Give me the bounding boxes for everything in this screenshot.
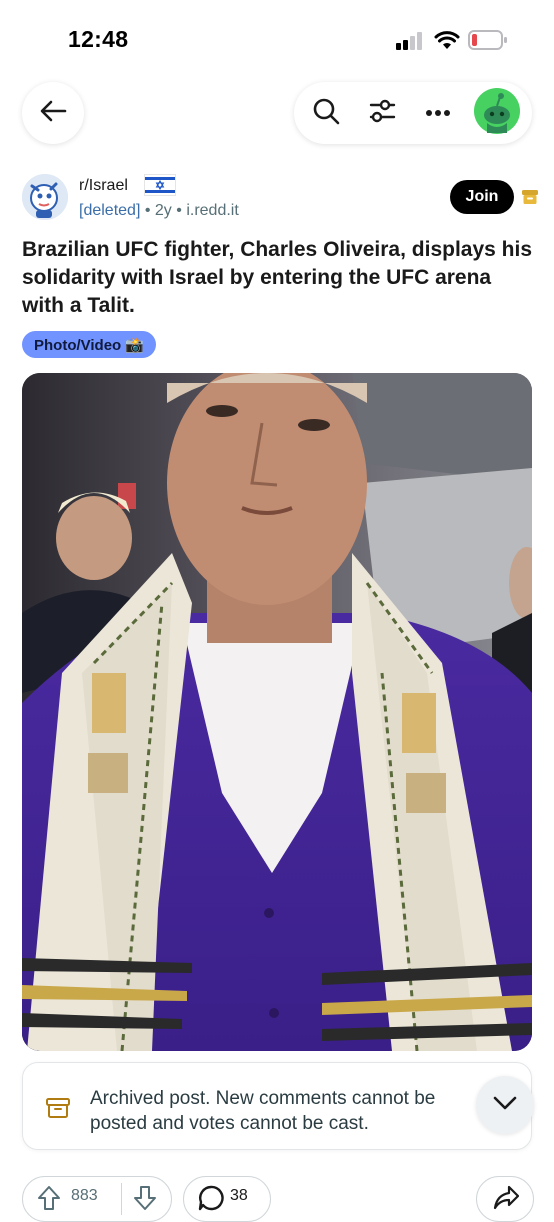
vote-count: 883 xyxy=(71,1187,98,1204)
wifi-icon xyxy=(434,30,460,55)
archive-icon xyxy=(45,1095,71,1126)
battery-low-icon xyxy=(468,30,508,55)
subreddit-avatar[interactable] xyxy=(22,174,68,220)
downvote-icon[interactable] xyxy=(133,1185,157,1216)
post-meta: [deleted] • 2y • i.redd.it xyxy=(79,202,239,220)
vote-divider xyxy=(121,1183,122,1215)
post-age: 2y xyxy=(154,202,172,219)
comment-icon xyxy=(198,1185,224,1216)
archived-notice-line-2: posted and votes cannot be cast. xyxy=(90,1113,369,1134)
archived-notice-line-1: Archived post. New comments cannot be xyxy=(90,1088,436,1109)
israel-flag-icon xyxy=(144,174,176,196)
post-author[interactable]: [deleted] xyxy=(79,202,140,219)
chevron-down-icon xyxy=(493,1096,517,1115)
status-time: 12:48 xyxy=(68,26,129,52)
post-title[interactable]: Brazilian UFC fighter, Charles Oliveira,… xyxy=(22,236,532,320)
filter-button[interactable] xyxy=(364,82,400,144)
join-button[interactable]: Join xyxy=(450,180,514,214)
back-button[interactable] xyxy=(22,82,84,144)
nav-actions-pill xyxy=(294,82,532,144)
filter-icon xyxy=(368,97,396,130)
archived-badge-icon xyxy=(521,188,539,211)
post-domain[interactable]: i.redd.it xyxy=(186,202,238,219)
comment-count: 38 xyxy=(230,1187,248,1204)
upvote-icon[interactable] xyxy=(37,1185,61,1216)
share-button[interactable] xyxy=(476,1176,534,1222)
post-flair[interactable]: Photo/Video 📸 xyxy=(22,331,157,358)
collapse-button[interactable] xyxy=(476,1076,534,1134)
back-arrow-icon xyxy=(39,99,67,128)
archived-notice-text: Archived post. New comments cannot be po… xyxy=(90,1086,485,1136)
meta-separator: • xyxy=(176,202,182,219)
meta-separator: • xyxy=(144,202,151,219)
post-image[interactable] xyxy=(22,373,532,1051)
vote-bar: 883 xyxy=(22,1176,172,1222)
subreddit-name[interactable]: r/Israel xyxy=(79,177,128,195)
search-button[interactable] xyxy=(308,82,344,144)
more-icon xyxy=(425,104,451,122)
user-avatar-icon xyxy=(473,87,521,140)
more-button[interactable] xyxy=(420,82,456,144)
share-icon xyxy=(493,1185,520,1216)
user-avatar-button[interactable] xyxy=(472,82,522,144)
cellular-signal-icon xyxy=(396,32,426,55)
comments-button[interactable]: 38 xyxy=(183,1176,271,1222)
search-icon xyxy=(312,97,340,130)
